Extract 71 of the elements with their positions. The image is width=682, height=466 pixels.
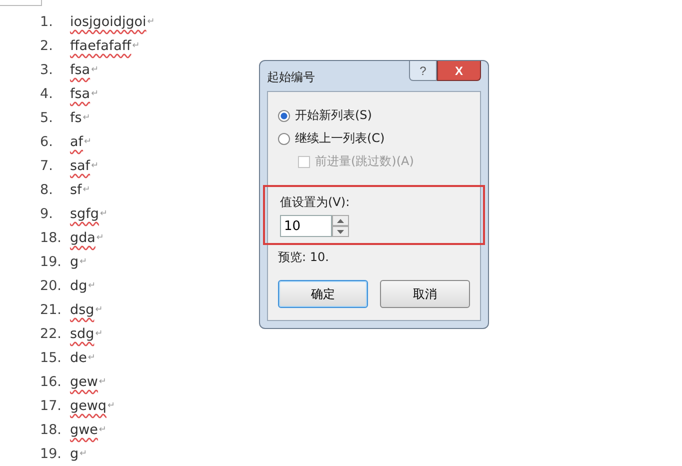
list-item-text: saf	[70, 158, 90, 174]
list-item-text: dg	[70, 278, 88, 294]
list-number: 5.	[40, 110, 54, 126]
spin-down-button[interactable]	[332, 226, 349, 237]
list-item-text: gda	[70, 230, 96, 246]
paragraph-mark: ↵	[80, 257, 88, 267]
list-number: 21.	[40, 302, 62, 318]
paragraph-mark: ↵	[84, 137, 92, 147]
spin-up-button[interactable]	[332, 215, 349, 226]
number-field[interactable]: 10	[280, 215, 332, 237]
paragraph-mark: ↵	[88, 353, 96, 363]
list-number: 18.	[40, 230, 62, 246]
list-item-text: iosjgoidjgoi	[70, 14, 146, 30]
list-item-text: g	[70, 254, 79, 270]
list-item-text: af	[70, 134, 84, 150]
paragraph-mark: ↵	[96, 233, 104, 243]
up-arrow-icon	[337, 218, 344, 222]
list-number: 1.	[40, 14, 54, 30]
list-item-text: gewq	[70, 398, 106, 414]
help-button[interactable]: ?	[409, 61, 437, 81]
list-number: 8.	[40, 182, 54, 198]
list-number: 20.	[40, 278, 62, 294]
list-number: 19.	[40, 254, 62, 270]
paragraph-mark: ↵	[88, 281, 96, 291]
paragraph-mark: ↵	[100, 209, 108, 219]
list-item-text: sdg	[70, 326, 94, 342]
window-title: 起始编号	[267, 69, 316, 86]
list-item-text: gew	[70, 374, 98, 390]
list-item-text: fsa	[70, 62, 90, 78]
list-item-text: fs	[70, 110, 82, 126]
down-arrow-icon	[337, 230, 344, 234]
dialog-button[interactable]: 取消	[380, 280, 470, 308]
paragraph-mark: ↵	[98, 425, 106, 435]
list-item-text: sf	[70, 182, 82, 198]
list-item-text: ffaefafaff	[70, 38, 132, 54]
list-item-text: dsg	[70, 302, 94, 318]
paragraph-mark: ↵	[82, 113, 90, 123]
list-number: 6.	[40, 134, 54, 150]
radio-option[interactable]: 开始新列表(S)	[278, 104, 470, 127]
paragraph-mark: ↵	[95, 329, 103, 339]
paragraph-mark: ↵	[91, 161, 99, 171]
paragraph-mark: ↵	[95, 305, 103, 315]
paragraph-mark: ↵	[98, 377, 106, 387]
list-item-text: fsa	[70, 86, 90, 102]
paragraph-mark: ↵	[82, 185, 90, 195]
list-number: 2.	[40, 38, 54, 54]
list-number: 22.	[40, 326, 62, 342]
list-number: 4.	[40, 86, 54, 102]
dialog-button[interactable]: 确定	[278, 280, 368, 308]
list-number: 7.	[40, 158, 54, 174]
radio-option[interactable]: 继续上一列表(C)	[278, 127, 470, 150]
list-item-text: g	[70, 446, 79, 462]
close-button[interactable]: X	[437, 61, 481, 81]
list-item-text: sgfg	[70, 206, 99, 222]
list-number: 18.	[40, 422, 62, 438]
preview-text: 预览: 10.	[278, 249, 330, 266]
list-number: 16.	[40, 374, 62, 390]
list-number: 3.	[40, 62, 54, 78]
field-label: 值设置为(V):	[280, 194, 351, 211]
list-item-text: de	[70, 350, 87, 366]
paragraph-mark: ↵	[80, 449, 88, 459]
paragraph-mark: ↵	[132, 41, 140, 51]
paragraph-mark: ↵	[91, 89, 99, 99]
list-number: 17.	[40, 398, 62, 414]
paragraph-mark: ↵	[147, 17, 155, 27]
list-number: 9.	[40, 206, 54, 222]
paragraph-mark: ↵	[108, 401, 116, 411]
list-number: 15.	[40, 350, 62, 366]
list-number: 19.	[40, 446, 62, 462]
paragraph-mark: ↵	[91, 65, 99, 75]
list-item-text: gwe	[70, 422, 98, 438]
